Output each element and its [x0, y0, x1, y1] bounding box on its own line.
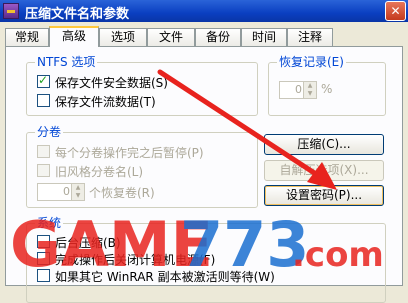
tab-general[interactable]: 常规 [5, 28, 49, 46]
recovery-volumes-spinner[interactable]: 0 ▲ ▼ [37, 183, 85, 201]
recovery-percent-spinner[interactable]: 0 ▲ ▼ [279, 81, 317, 99]
save-security-checkbox[interactable] [37, 73, 50, 88]
tab-options[interactable]: 选项 [99, 28, 147, 46]
tab-time[interactable]: 时间 [241, 28, 287, 46]
title-bar: 压缩文件名和参数 ✕ [0, 0, 408, 22]
spinner-arrows-icon[interactable]: ▲ ▼ [71, 184, 84, 200]
recovery-volumes-value: 0 [63, 185, 70, 198]
recovery-percent-value: 0 [295, 83, 302, 96]
recovery-record-group: 恢复记录(E) 0 ▲ ▼ % [268, 55, 386, 116]
recovery-volumes-label: 个恢复卷(R) [89, 186, 155, 200]
tab-comment[interactable]: 注释 [287, 28, 333, 46]
old-style-names-checkbox[interactable] [37, 164, 50, 177]
pause-after-volume-checkbox[interactable] [37, 145, 50, 158]
percent-unit-label: % [321, 82, 333, 96]
save-security-label[interactable]: 保存文件安全数据(S) [55, 74, 168, 91]
compression-button[interactable]: 压缩(C)... [264, 134, 384, 155]
pause-after-volume-label[interactable]: 每个分卷操作完之后暂停(P) [55, 144, 204, 161]
old-style-names-label[interactable]: 旧风格分卷名(L) [55, 163, 143, 180]
spinner-arrows-icon[interactable]: ▲ ▼ [303, 82, 316, 98]
tab-advanced[interactable]: 高级 [49, 26, 99, 47]
ntfs-options-title: NTFS 选项 [35, 55, 98, 69]
watermark-suffix: .com [292, 235, 384, 275]
sfx-options-button[interactable]: 自解压选项(X)... [264, 160, 384, 181]
tab-files[interactable]: 文件 [147, 28, 195, 46]
tab-backup[interactable]: 备份 [195, 28, 241, 46]
close-button[interactable]: ✕ [385, 1, 406, 21]
volumes-title: 分卷 [35, 125, 64, 139]
volumes-group: 分卷 每个分卷操作完之后暂停(P) 旧风格分卷名(L) 0 ▲ ▼ 个恢复卷(R) [26, 125, 258, 208]
game773-watermark-logo: GAME 773 .com [10, 210, 384, 277]
save-streams-label[interactable]: 保存文件流数据(T) [55, 93, 156, 110]
winrar-icon [3, 3, 19, 19]
save-streams-checkbox[interactable] [37, 94, 50, 107]
ntfs-options-group: NTFS 选项 保存文件安全数据(S) 保存文件流数据(T) [26, 55, 258, 116]
window-title: 压缩文件名和参数 [25, 7, 130, 22]
watermark-digits: 773 [180, 210, 309, 277]
set-password-button[interactable]: 设置密码(P)... [264, 185, 384, 206]
recovery-record-title: 恢复记录(E) [277, 55, 346, 69]
